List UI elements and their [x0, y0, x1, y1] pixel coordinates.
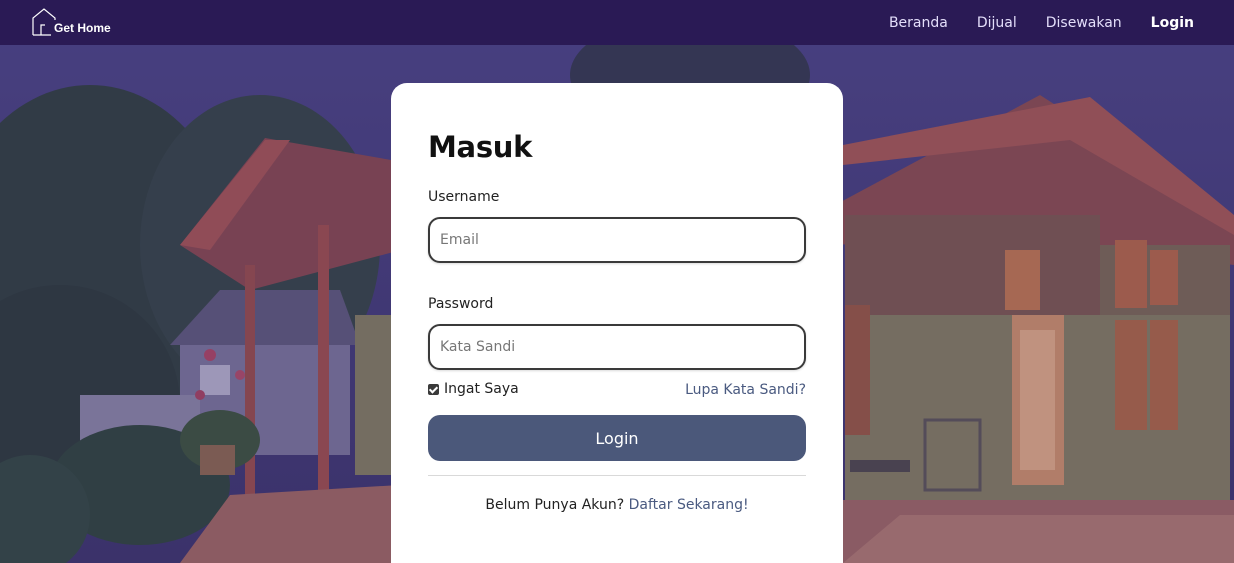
nav-link-login[interactable]: Login [1151, 15, 1194, 31]
username-label: Username [428, 189, 500, 205]
brand-name: Get Home [54, 21, 111, 35]
remember-me[interactable]: Ingat Saya [428, 381, 519, 397]
password-input[interactable] [428, 324, 806, 370]
forgot-password-link[interactable]: Lupa Kata Sandi? [685, 382, 806, 398]
divider [428, 475, 806, 476]
login-button[interactable]: Login [428, 415, 806, 461]
password-label: Password [428, 296, 494, 312]
navbar: Get Home Beranda Dijual Disewakan Login [0, 0, 1234, 45]
login-card: Masuk Username Password Ingat Saya Lupa … [391, 83, 843, 563]
signup-prompt-text: Belum Punya Akun? [485, 497, 625, 513]
nav-links: Beranda Dijual Disewakan Login [860, 0, 1194, 45]
email-input[interactable] [428, 217, 806, 263]
page-title: Masuk [428, 130, 533, 164]
remember-label: Ingat Saya [444, 381, 519, 397]
brand-logo[interactable]: Get Home [31, 7, 111, 37]
nav-link-dijual[interactable]: Dijual [977, 15, 1017, 31]
nav-link-beranda[interactable]: Beranda [889, 15, 948, 31]
nav-link-disewakan[interactable]: Disewakan [1046, 15, 1122, 31]
remember-checkbox[interactable] [428, 383, 439, 395]
signup-link[interactable]: Daftar Sekarang! [629, 497, 749, 513]
signup-prompt: Belum Punya Akun? Daftar Sekarang! [391, 497, 843, 513]
